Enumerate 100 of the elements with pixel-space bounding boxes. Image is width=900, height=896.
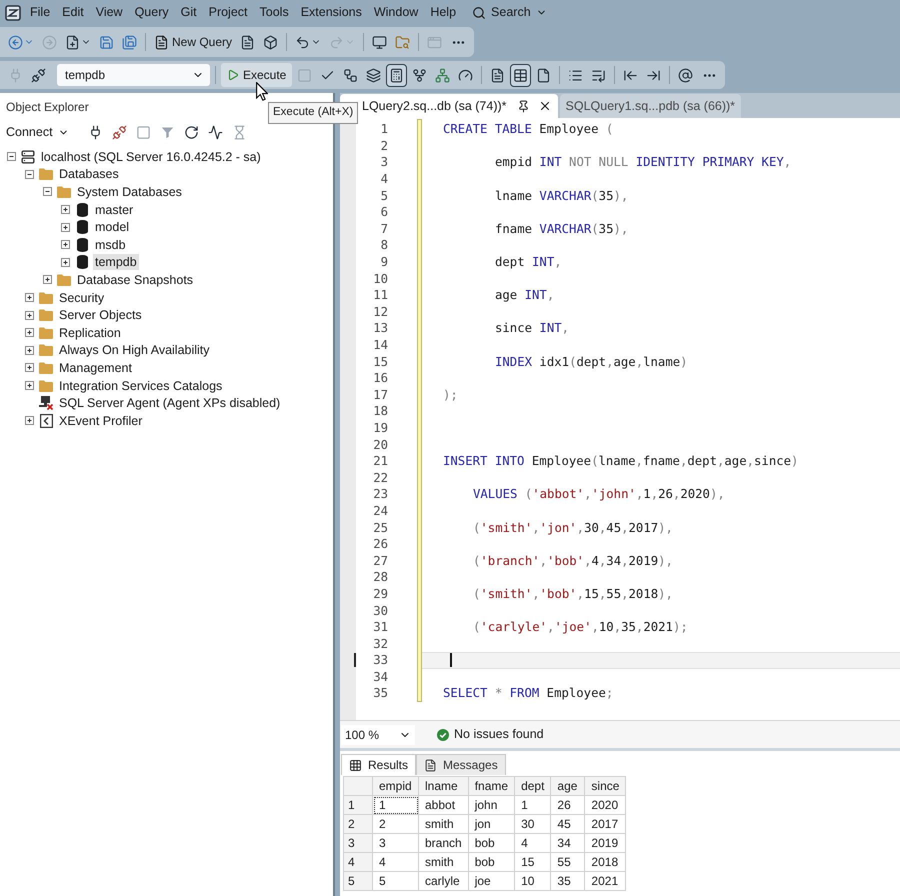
folder-icon [39,344,53,356]
expand-box-icon[interactable] [25,293,34,302]
new-query-button[interactable]: New Query [151,30,236,54]
line-number: 3 [380,155,388,170]
tree-item[interactable]: Integration Services Catalogs [57,378,224,394]
expand-box-icon[interactable] [61,222,70,232]
column-header[interactable]: empid [372,776,418,796]
undo-icon [295,34,310,50]
collapse-box-icon[interactable] [43,187,52,196]
menu-item[interactable]: Git [174,2,203,24]
workflow-icon [343,68,358,82]
expand-box-icon[interactable] [61,240,70,250]
expand-box-icon[interactable] [25,381,34,390]
code-line: INDEX idx1(dept,age,lname) [495,354,688,369]
search-button[interactable]: Search [468,2,551,24]
tree-item[interactable]: XEvent Profiler [57,412,144,429]
expand-box-icon[interactable] [25,346,34,355]
tree-item[interactable]: SQL Server Agent (Agent XPs disabled) [57,395,282,412]
connect-button[interactable]: Connect [3,121,72,143]
line-number: 18 [373,404,388,418]
expand-box-icon[interactable] [25,363,34,372]
save-icon [99,34,114,50]
lines-icon [568,68,584,82]
tree-item[interactable]: msdb [93,236,128,253]
execute-button[interactable]: Execute [221,63,292,87]
line-number: 34 [373,670,388,684]
column-header[interactable]: dept [514,776,551,796]
line-number: 6 [380,205,388,220]
cube-icon [263,34,278,50]
file-icon [536,68,552,82]
menu-item[interactable]: Query [128,2,175,24]
expand-box-icon[interactable] [25,416,34,426]
database-icon [76,220,88,234]
pulse-icon [208,124,223,140]
menu-item[interactable]: File [24,2,56,24]
menu-item[interactable]: Edit [56,2,90,24]
document-icon [490,68,506,82]
column-header[interactable]: since [584,776,626,796]
forward-icon [42,34,57,50]
calculator-button[interactable] [386,64,408,86]
calculator-icon [389,68,404,82]
results-to-grid-button[interactable] [510,64,532,86]
collapse-box-icon[interactable] [7,152,16,162]
line-number: 32 [373,636,388,651]
tree-item[interactable]: Always On High Availability [57,342,212,358]
expand-box-icon[interactable] [61,258,70,267]
expand-box-icon[interactable] [25,328,34,338]
back-icon [8,34,23,50]
table-cell: 5 [372,872,418,890]
tree-item[interactable]: localhost (SQL Server 16.0.4245.2 - sa) [39,148,263,165]
arrow-right-bar-icon [646,68,662,82]
collapse-box-icon[interactable] [25,170,34,179]
menu-item[interactable]: Help [424,2,462,24]
tree-item[interactable]: tempdb [93,254,139,270]
code-line: age INT, [495,288,554,302]
database-dropdown[interactable]: tempdb [57,64,210,86]
menu-item[interactable]: View [90,2,129,24]
database-icon [76,202,88,217]
zoom-dropdown[interactable]: 100 % [341,724,415,744]
tree-item[interactable]: Database Snapshots [75,272,196,288]
tree-item[interactable]: Databases [57,166,121,182]
table-cell: 30 [514,814,551,834]
panel-title: Object Explorer [6,99,89,116]
table-cell: 15 [514,852,551,872]
table-cell: carlyle [418,872,468,890]
menu-item[interactable]: Tools [254,2,295,24]
expand-box-icon[interactable] [43,275,52,284]
line-number: 15 [373,354,388,369]
expand-box-icon[interactable] [61,205,70,214]
tree-item[interactable]: Replication [57,324,123,341]
grid-icon [349,758,362,772]
tree-item[interactable]: Security [57,290,106,306]
tree-item[interactable]: Management [57,360,134,376]
menu-item[interactable]: Extensions [294,2,368,24]
table-cell: 2020 [584,796,626,814]
line-number: 24 [373,504,388,518]
pin-icon[interactable] [516,100,530,112]
code-line: VALUES ('abbot','john',1,26,2020), [473,487,725,502]
tree-item[interactable]: master [93,202,136,218]
results-tab[interactable]: Messages [416,754,506,775]
line-number: 31 [373,620,388,634]
column-header[interactable]: fname [468,776,515,796]
tree-item[interactable]: model [93,219,132,236]
folder-icon [39,168,53,180]
hourglass-icon [232,124,247,140]
results-tab[interactable]: Results [341,754,416,775]
menu-item[interactable]: Window [368,2,424,24]
tree-item[interactable]: Server Objects [57,307,144,324]
tree-item[interactable]: System Databases [75,184,184,200]
menu-item[interactable]: Project [202,2,254,24]
line-number: 7 [380,222,388,236]
expand-box-icon[interactable] [25,310,34,320]
line-number: 17 [373,388,388,402]
editor-tab[interactable]: SQLQuery1.sq...pdb (sa (66))* [560,94,742,118]
search-icon [472,6,486,20]
table-cell: jon [468,814,515,834]
at-sign-icon [678,68,694,82]
column-header[interactable]: age [550,776,585,796]
column-header[interactable]: lname [418,776,468,796]
line-number: 33 [373,653,388,668]
